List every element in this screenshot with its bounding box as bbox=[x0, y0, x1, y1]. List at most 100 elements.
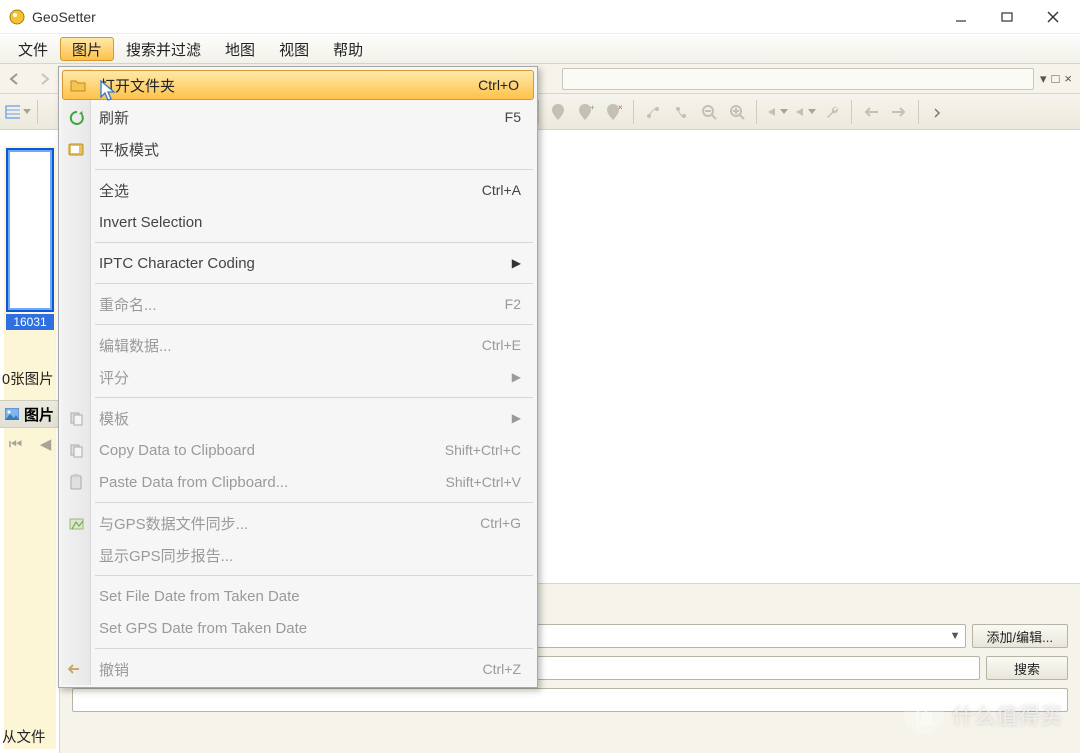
menu-item-shortcut: F5 bbox=[505, 109, 521, 125]
address-close-icon[interactable]: × bbox=[1064, 71, 1072, 86]
pin-remove-icon[interactable]: × bbox=[601, 99, 627, 125]
minimize-button[interactable] bbox=[938, 2, 984, 32]
tracks-icon[interactable] bbox=[640, 99, 666, 125]
menu-separator bbox=[95, 324, 533, 325]
menu-item-label: 重命名... bbox=[99, 294, 505, 315]
view-mode-button[interactable] bbox=[5, 99, 31, 125]
search-button[interactable]: 搜索 bbox=[986, 656, 1068, 680]
menu-item-label: 刷新 bbox=[99, 107, 505, 128]
menu-search-filter[interactable]: 搜索并过滤 bbox=[114, 35, 213, 63]
menu-item-16: Paste Data from Clipboard...Shift+Ctrl+V bbox=[61, 466, 535, 498]
image-menu-dropdown: 打开文件夹Ctrl+O刷新F5平板模式全选Ctrl+AInvert Select… bbox=[58, 66, 538, 688]
menu-item-2[interactable]: 平板模式 bbox=[61, 133, 535, 165]
chevron-right-icon: ▶ bbox=[512, 256, 521, 270]
from-file-label: 从文件 bbox=[2, 726, 46, 747]
menu-view[interactable]: 视图 bbox=[267, 35, 321, 63]
menu-item-label: 显示GPS同步报告... bbox=[99, 545, 521, 566]
panel-title-text: 图片 bbox=[24, 404, 54, 425]
menu-item-shortcut: F2 bbox=[505, 296, 521, 312]
menu-item-label: Paste Data from Clipboard... bbox=[99, 474, 446, 491]
paste-icon bbox=[67, 473, 85, 491]
menu-item-7[interactable]: IPTC Character Coding ▶ bbox=[61, 247, 535, 279]
wrench-icon[interactable] bbox=[819, 99, 845, 125]
play-back-icon[interactable] bbox=[763, 99, 789, 125]
menu-item-1[interactable]: 刷新F5 bbox=[61, 101, 535, 133]
play-back-2-icon[interactable] bbox=[791, 99, 817, 125]
zoom-in-icon[interactable] bbox=[724, 99, 750, 125]
address-bar[interactable] bbox=[562, 68, 1034, 90]
menu-file[interactable]: 文件 bbox=[6, 35, 60, 63]
menu-item-shortcut: Ctrl+A bbox=[482, 182, 521, 198]
toolbar-more-icon[interactable] bbox=[925, 99, 951, 125]
menu-item-14: 模板 ▶ bbox=[61, 402, 535, 434]
menu-item-shortcut: Ctrl+Z bbox=[483, 661, 522, 677]
refresh-icon bbox=[67, 108, 85, 126]
menu-item-label: IPTC Character Coding bbox=[99, 255, 504, 272]
menu-item-label: 模板 bbox=[99, 408, 504, 429]
preview-nav: ⏮ ◀ bbox=[0, 430, 60, 458]
svg-text:×: × bbox=[618, 103, 622, 112]
folder-open-icon bbox=[69, 76, 87, 94]
nav-back-button[interactable] bbox=[2, 67, 28, 91]
nav-forward-button[interactable] bbox=[32, 67, 58, 91]
menu-item-shortcut: Ctrl+E bbox=[482, 337, 521, 353]
address-maximize-icon[interactable]: □ bbox=[1052, 71, 1060, 86]
menu-item-15: Copy Data to ClipboardShift+Ctrl+C bbox=[61, 434, 535, 466]
window-title: GeoSetter bbox=[32, 9, 96, 25]
menu-item-shortcut: Shift+Ctrl+C bbox=[445, 442, 521, 458]
chevron-right-icon: ▶ bbox=[512, 370, 521, 384]
chevron-right-icon: ▶ bbox=[512, 411, 521, 425]
address-dropdown-icon[interactable]: ▾ bbox=[1040, 71, 1047, 87]
menu-separator bbox=[95, 169, 533, 170]
menu-separator bbox=[95, 648, 533, 649]
menu-item-label: Set GPS Date from Taken Date bbox=[99, 620, 521, 637]
menu-item-5[interactable]: Invert Selection bbox=[61, 206, 535, 238]
menu-separator bbox=[95, 242, 533, 243]
maximize-button[interactable] bbox=[984, 2, 1030, 32]
menu-item-label: 全选 bbox=[99, 180, 482, 201]
menu-item-11: 编辑数据...Ctrl+E bbox=[61, 329, 535, 361]
menu-item-label: 编辑数据... bbox=[99, 335, 482, 356]
svg-text:+: + bbox=[590, 103, 594, 112]
image-preview-panel-header[interactable]: 图片 bbox=[0, 400, 60, 428]
menu-item-24: 撤销Ctrl+Z bbox=[61, 653, 535, 685]
menu-separator bbox=[95, 397, 533, 398]
menu-help[interactable]: 帮助 bbox=[321, 35, 375, 63]
pin-icon[interactable] bbox=[545, 99, 571, 125]
preview-prev-icon[interactable]: ◀ bbox=[40, 435, 52, 453]
menu-item-shortcut: Ctrl+G bbox=[480, 515, 521, 531]
menu-item-9: 重命名...F2 bbox=[61, 288, 535, 320]
close-button[interactable] bbox=[1030, 2, 1076, 32]
preview-first-icon[interactable]: ⏮ bbox=[9, 436, 23, 453]
title-bar: GeoSetter bbox=[0, 0, 1080, 34]
menu-item-shortcut: Shift+Ctrl+V bbox=[446, 474, 521, 490]
pin-add-icon[interactable]: + bbox=[573, 99, 599, 125]
menu-item-label: 撤销 bbox=[99, 659, 483, 680]
menu-item-12: 评分▶ bbox=[61, 361, 535, 393]
undo-icon bbox=[67, 660, 85, 678]
menu-item-label: 打开文件夹 bbox=[100, 75, 478, 96]
watermark-text: 什么值得买 bbox=[952, 699, 1062, 731]
menu-item-label: Invert Selection bbox=[99, 214, 521, 231]
menu-separator bbox=[95, 502, 533, 503]
zoom-out-icon[interactable] bbox=[696, 99, 722, 125]
menu-item-label: Copy Data to Clipboard bbox=[99, 442, 445, 459]
arrow-left-icon[interactable] bbox=[858, 99, 884, 125]
menu-map[interactable]: 地图 bbox=[213, 35, 267, 63]
arrow-right-icon[interactable] bbox=[886, 99, 912, 125]
menu-item-label: 与GPS数据文件同步... bbox=[99, 513, 480, 534]
copy-icon bbox=[67, 441, 85, 459]
menu-item-4[interactable]: 全选Ctrl+A bbox=[61, 174, 535, 206]
add-edit-button[interactable]: 添加/编辑... bbox=[972, 624, 1068, 648]
thumbnail-item[interactable] bbox=[8, 150, 52, 310]
tablet-icon bbox=[67, 140, 85, 158]
menu-item-18: 与GPS数据文件同步...Ctrl+G bbox=[61, 507, 535, 539]
picture-icon bbox=[4, 406, 20, 422]
menu-bar: 文件 图片 搜索并过滤 地图 视图 帮助 bbox=[0, 34, 1080, 64]
window-controls bbox=[938, 2, 1076, 32]
menu-item-0[interactable]: 打开文件夹Ctrl+O bbox=[62, 70, 534, 100]
watermark: 值 什么值得买 bbox=[904, 695, 1062, 735]
menu-item-label: 平板模式 bbox=[99, 139, 521, 160]
tracks-alt-icon[interactable] bbox=[668, 99, 694, 125]
menu-image[interactable]: 图片 bbox=[60, 37, 114, 61]
